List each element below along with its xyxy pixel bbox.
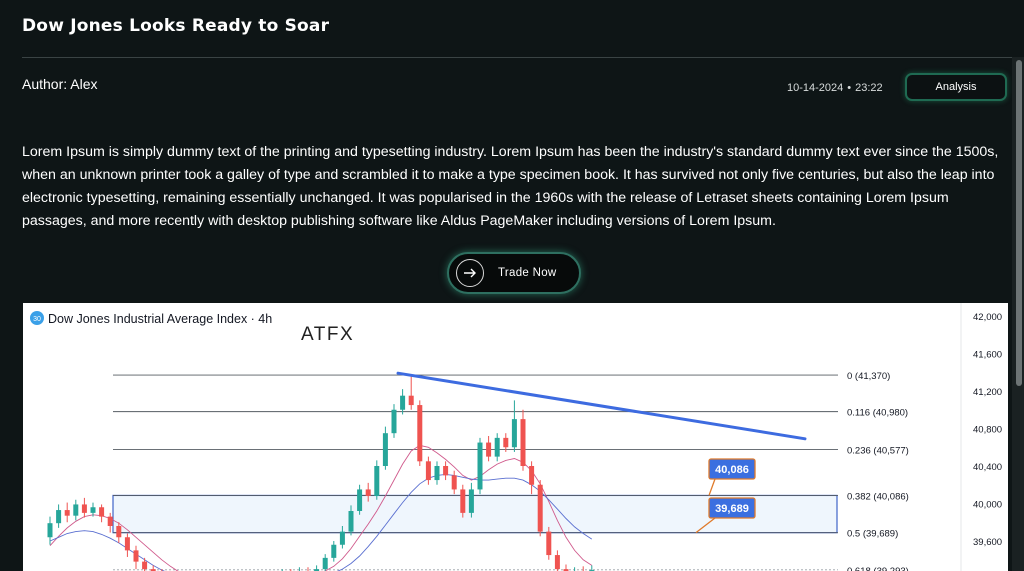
- candle-body: [503, 437, 509, 448]
- candle-body: [486, 442, 492, 457]
- author-label: Author: Alex: [22, 76, 98, 92]
- candle-body: [47, 523, 53, 538]
- price-axis-tick: 40,800: [973, 425, 1002, 436]
- candle-body: [124, 537, 130, 551]
- fib-label: 0.5 (39,689): [847, 529, 898, 540]
- price-axis-tick: 40,400: [973, 462, 1002, 473]
- price-axis-tick: 42,000: [973, 312, 1002, 323]
- candle-body: [477, 442, 483, 490]
- candle-body: [73, 504, 79, 516]
- fib-label: 0.116 (40,980): [847, 408, 908, 419]
- candle-body: [339, 531, 345, 545]
- candle-body: [468, 489, 474, 513]
- callout-label: 39,689: [715, 503, 749, 515]
- candle-body: [494, 437, 500, 457]
- candle-body: [425, 461, 431, 481]
- price-axis: 42,000 41,600 41,200 40,800 40,400 40,000 39,6…: [973, 312, 1002, 548]
- candle-body: [451, 475, 457, 490]
- post-date: 10-14-2024: [787, 82, 844, 94]
- index-badge-label: 30: [33, 316, 41, 323]
- candle-body: [348, 511, 354, 532]
- candle-body: [511, 419, 517, 448]
- chart-title: Dow Jones Industrial Average Index · 4h: [48, 312, 272, 326]
- category-button[interactable]: Analysis: [905, 73, 1007, 101]
- fib-label: 0.382 (40,086): [847, 491, 909, 502]
- price-axis-tick: 39,600: [973, 537, 1002, 548]
- callout-pointer: [708, 478, 716, 496]
- candle-body: [81, 504, 87, 513]
- candle-body: [546, 531, 552, 556]
- candle-body: [107, 516, 113, 526]
- candle-body: [443, 466, 449, 476]
- price-axis-tick: 41,600: [973, 350, 1002, 361]
- fib-label: 0.236 (40,577): [847, 445, 909, 456]
- candle-body: [537, 484, 543, 532]
- candle-body: [391, 409, 397, 434]
- arrow-right-icon: [456, 259, 484, 287]
- trade-now-label: Trade Now: [498, 267, 557, 279]
- header-divider: [22, 57, 1014, 58]
- fib-label: 0 (41,370): [847, 371, 890, 382]
- trendline-line: [396, 371, 807, 441]
- candle-body: [382, 433, 388, 466]
- candle-body: [90, 507, 96, 513]
- callout-label: 40,086: [715, 464, 749, 476]
- price-axis-tick: 40,000: [973, 500, 1002, 511]
- candle-body: [520, 419, 526, 466]
- candle-body: [99, 507, 105, 517]
- candle-body: [56, 510, 62, 524]
- meta-separator-dot: •: [847, 82, 852, 94]
- candle-body: [434, 466, 440, 481]
- price-chart: 30 Dow Jones Industrial Average Index · …: [23, 303, 1008, 571]
- candle-body: [357, 489, 363, 511]
- candle-body: [408, 395, 414, 406]
- candle-body: [554, 555, 560, 570]
- candle-body: [142, 561, 148, 570]
- post-time: 23:22: [855, 82, 883, 94]
- candle-body: [400, 395, 406, 410]
- price-axis-tick: 41,200: [973, 387, 1002, 398]
- candle-body: [374, 466, 380, 496]
- chart-canvas: 30 Dow Jones Industrial Average Index · …: [30, 303, 1002, 571]
- candle-body: [417, 405, 423, 462]
- trade-now-button[interactable]: Trade Now: [447, 252, 581, 294]
- trendline: [396, 371, 807, 441]
- candle-body: [331, 544, 337, 558]
- chart-watermark: ATFX: [301, 324, 354, 345]
- candle-body: [133, 550, 139, 562]
- candle-body: [116, 526, 122, 538]
- fib-label: 0.618 (39,293): [847, 566, 909, 571]
- scrollbar-thumb[interactable]: [1016, 60, 1022, 386]
- candle-body: [529, 466, 535, 485]
- article-title: Dow Jones Looks Ready to Soar: [22, 16, 330, 36]
- candles: [47, 374, 595, 571]
- article-body: Lorem Ipsum is simply dummy text of the …: [22, 144, 999, 229]
- fib-levels: 0 (41,370) 0.116 (40,980) 0.236 (40,577) 0.…: [113, 371, 909, 571]
- candle-body: [322, 557, 328, 570]
- post-meta: 10-14-2024 • 23:22: [787, 82, 883, 94]
- candle-body: [460, 489, 466, 513]
- candle-body: [64, 510, 70, 516]
- candle-body: [365, 489, 371, 496]
